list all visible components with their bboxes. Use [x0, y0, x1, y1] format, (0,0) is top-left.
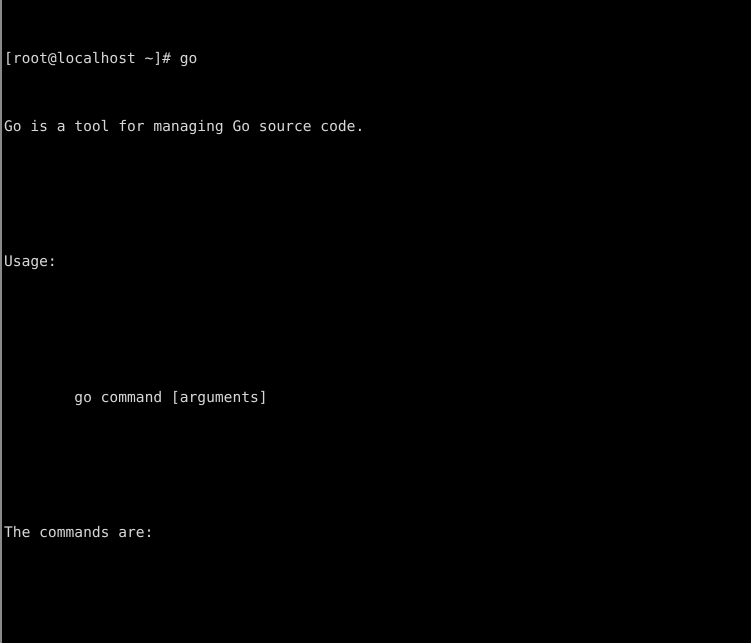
terminal-screen[interactable]: [root@localhost ~]# go Go is a tool for … [4, 0, 751, 643]
prompt-line: [root@localhost ~]# go [4, 49, 198, 67]
usage-synopsis: go command [arguments] [4, 388, 268, 406]
usage-heading: Usage: [4, 253, 57, 271]
terminal-window[interactable]: [root@localhost ~]# go Go is a tool for … [0, 0, 751, 643]
commands-heading: The commands are: [4, 524, 154, 542]
go-tagline: Go is a tool for managing Go source code… [4, 117, 365, 135]
